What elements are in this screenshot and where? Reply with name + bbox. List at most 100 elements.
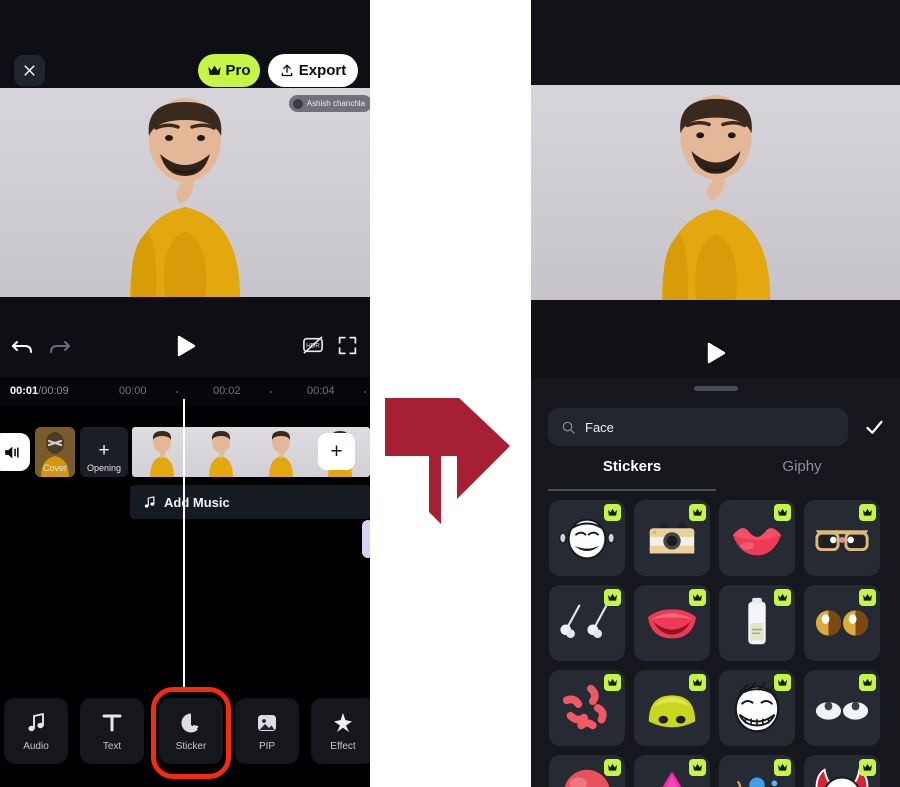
- avatar-icon: [292, 98, 303, 109]
- crown-icon: [863, 508, 872, 516]
- frame-thumb: [149, 431, 174, 477]
- sticker-green-nose[interactable]: [634, 670, 710, 746]
- search-confirm-button[interactable]: [864, 417, 885, 443]
- sticker-cream-tube[interactable]: [719, 585, 795, 661]
- pro-badge: [689, 589, 706, 606]
- sticker-troll-face[interactable]: [549, 500, 625, 576]
- video-preview-right[interactable]: [531, 85, 900, 300]
- cover-clip[interactable]: Cover: [35, 427, 75, 477]
- sticker-cat-eyes[interactable]: [804, 585, 880, 661]
- pro-badge: [859, 674, 876, 691]
- music-note-icon: [28, 712, 44, 731]
- pro-button[interactable]: Pro: [198, 54, 260, 87]
- sticker-red-ball[interactable]: [549, 755, 625, 787]
- timeline-ruler[interactable]: 00:01/00:09 00:00 00:02 00:04: [0, 377, 370, 407]
- pro-badge: [604, 674, 621, 691]
- check-icon: [866, 420, 883, 434]
- hdr-toggle-button[interactable]: HDR: [302, 335, 324, 360]
- close-icon: [24, 65, 35, 76]
- pro-badge: [604, 589, 621, 606]
- filmstrip-frame[interactable]: [251, 427, 311, 477]
- sticker-camera[interactable]: [634, 500, 710, 576]
- crown-icon: [863, 678, 872, 686]
- frame-thumb: [268, 431, 293, 477]
- pro-badge: [689, 759, 706, 776]
- effect-clip[interactable]: [362, 520, 370, 558]
- sticker-pink-cone[interactable]: [634, 755, 710, 787]
- toolbar-item-audio[interactable]: Audio: [4, 698, 68, 764]
- text-t-icon: [102, 714, 122, 731]
- search-input[interactable]: Face: [548, 408, 848, 446]
- sticker-tabs: Stickers Giphy: [531, 458, 900, 494]
- sticker-confetti[interactable]: [719, 755, 795, 787]
- pro-badge: [859, 504, 876, 521]
- toolbar-item-sticker[interactable]: Sticker: [159, 698, 223, 764]
- pro-badge: [774, 674, 791, 691]
- pro-badge: [604, 504, 621, 521]
- top-bar: Pro Export: [0, 0, 370, 88]
- add-clip-button[interactable]: +: [318, 433, 355, 470]
- export-button[interactable]: Export: [268, 54, 358, 87]
- sticker-demon-face[interactable]: [804, 755, 880, 787]
- toolbar-item-pip[interactable]: PIP: [235, 698, 299, 764]
- bottom-toolbar: Audio Text Sticker PIP Effect: [0, 690, 370, 787]
- timecode-total: /00:09: [38, 385, 69, 397]
- search-row: Face: [531, 408, 900, 446]
- undo-button[interactable]: [10, 335, 34, 364]
- crown-icon: [778, 763, 787, 771]
- sticker-troll-grin[interactable]: [719, 670, 795, 746]
- watermark-label: Ashish chanchla: [306, 99, 365, 108]
- sticker-red-squiggles[interactable]: [549, 670, 625, 746]
- right-arrow-icon: [385, 396, 510, 526]
- right-status-bar: [531, 0, 900, 85]
- redo-button[interactable]: [48, 335, 72, 364]
- editor-toolbar: HDR: [0, 297, 370, 377]
- add-music-track[interactable]: Add Music: [130, 485, 370, 519]
- playhead[interactable]: [183, 407, 185, 720]
- ruler-tick-2: 00:04: [307, 385, 335, 397]
- crown-icon: [778, 678, 787, 686]
- tab-giphy[interactable]: Giphy: [718, 458, 886, 475]
- sticker-white-eyes[interactable]: [804, 670, 880, 746]
- toolbar-label-pip: PIP: [258, 740, 276, 752]
- crown-icon: [693, 678, 702, 686]
- cover-label: Cover: [42, 463, 67, 473]
- sticker-picker-screen-after: Face Stickers Giphy: [531, 0, 900, 787]
- tab-stickers[interactable]: Stickers: [548, 458, 716, 475]
- close-button[interactable]: [14, 55, 45, 86]
- filmstrip-frame[interactable]: [191, 427, 251, 477]
- play-button[interactable]: [176, 335, 196, 362]
- pro-badge: [774, 759, 791, 776]
- crown-icon: [863, 593, 872, 601]
- volume-icon: [4, 446, 19, 458]
- toolbar-item-text[interactable]: Text: [80, 698, 144, 764]
- ruler-tick-1: 00:02: [213, 385, 241, 397]
- video-preview-left[interactable]: Ashish chanchla: [0, 88, 370, 297]
- toolbar-item-effect[interactable]: Effect: [311, 698, 370, 764]
- fullscreen-button[interactable]: [337, 335, 358, 361]
- sticker-nerd-glasses[interactable]: [804, 500, 880, 576]
- video-frame-person: [661, 94, 770, 300]
- sticker-smiling-mouth[interactable]: [634, 585, 710, 661]
- pro-badge: [859, 589, 876, 606]
- sticker-grid[interactable]: [531, 500, 900, 787]
- video-frame-person: [130, 98, 240, 297]
- sheet-drag-handle[interactable]: [693, 386, 738, 391]
- sticker-icon: [181, 712, 199, 732]
- play-button[interactable]: [706, 342, 726, 369]
- redo-icon: [50, 341, 70, 353]
- add-music-label: Add Music: [164, 494, 230, 510]
- picture-in-picture-icon: [258, 714, 276, 731]
- ruler-dot-1: [176, 391, 178, 393]
- watermark-badge: Ashish chanchla: [288, 95, 370, 112]
- crown-icon: [608, 678, 617, 686]
- sticker-cotton-swabs[interactable]: [549, 585, 625, 661]
- sticker-red-lips[interactable]: [719, 500, 795, 576]
- timeline-tracks[interactable]: Cover + Opening + Add Music: [0, 407, 370, 720]
- opening-clip[interactable]: + Opening: [80, 427, 128, 477]
- timecode-current: 00:01: [10, 385, 39, 397]
- transition-arrow: [385, 396, 510, 526]
- crown-icon: [693, 763, 702, 771]
- volume-button[interactable]: [0, 433, 30, 471]
- toolbar-label-sticker: Sticker: [175, 740, 207, 752]
